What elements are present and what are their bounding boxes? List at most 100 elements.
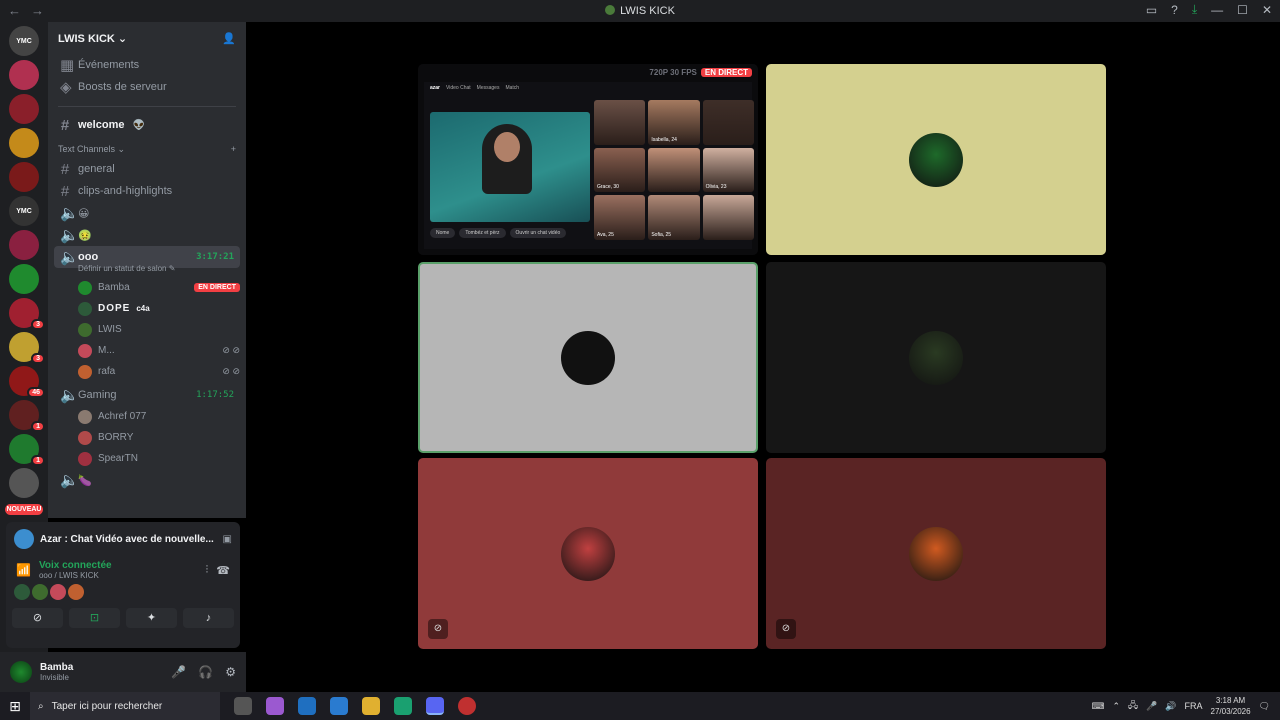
avatar[interactable] (14, 584, 30, 600)
server-icon[interactable]: YMC (9, 26, 39, 56)
avatar (78, 364, 92, 379)
user-name: Bamba (40, 662, 74, 673)
server-icon[interactable] (9, 162, 39, 192)
headphones-icon[interactable]: 🎧 (198, 665, 213, 679)
gear-icon[interactable]: ⚙ (225, 665, 236, 679)
search-box[interactable]: ⌕ Taper ici pour rechercher (30, 692, 220, 720)
stream-tile[interactable]: 720P 30 FPS EN DIRECT azar Video Chat Mess… (418, 64, 758, 255)
voice-member[interactable]: rafa ⊘ ⊘ (78, 361, 240, 382)
voice-status[interactable]: Voix connectée (39, 560, 112, 571)
tray-arrow-icon[interactable]: ⌃ (1112, 701, 1120, 712)
voice-member[interactable]: BORRY (78, 427, 240, 448)
participant-tile[interactable]: ⊘ (766, 458, 1106, 649)
server-icon[interactable] (9, 468, 39, 498)
copilot-icon[interactable] (266, 697, 284, 715)
participant-tile[interactable] (766, 64, 1106, 255)
discord-icon[interactable] (426, 697, 444, 715)
profile-card (594, 100, 646, 145)
channel-welcome[interactable]: # welcome 👽 (54, 114, 240, 136)
close-icon[interactable]: ✕ (1262, 3, 1272, 17)
activities-button[interactable]: ✦ (126, 608, 177, 628)
maximize-icon[interactable]: ☐ (1237, 3, 1248, 17)
participant-tile[interactable] (766, 262, 1106, 453)
avatar[interactable] (68, 584, 84, 600)
channel-general[interactable]: # general (54, 158, 240, 180)
task-view-icon[interactable] (234, 697, 252, 715)
member-tag: c4a (136, 304, 150, 313)
server-icon[interactable]: 3 (9, 298, 45, 330)
channel-status[interactable]: Définir un statut de salon ✎ (78, 264, 246, 273)
network-icon[interactable]: 🖧 (1128, 698, 1138, 714)
avatar[interactable] (32, 584, 48, 600)
events-item[interactable]: ▦ Événements (54, 54, 240, 76)
boosts-item[interactable]: ◈ Boosts de serveur (54, 76, 240, 98)
soundboard-icon[interactable]: ⫶ (206, 564, 209, 577)
server-icon[interactable] (9, 128, 39, 158)
voice-member[interactable]: Achref 077 (78, 406, 240, 427)
invite-icon[interactable]: 👤 (222, 32, 236, 45)
mic-tray-icon[interactable]: 🎤 (1146, 701, 1157, 712)
voice-member[interactable]: M... ⊘ ⊘ (78, 340, 240, 361)
keyboard-icon[interactable]: ⌨ (1091, 701, 1104, 712)
profile-name: Sofia, 25 (651, 232, 672, 238)
voice-member[interactable]: LWIS (78, 319, 240, 340)
help-icon[interactable]: ? (1171, 3, 1178, 17)
popout-icon[interactable]: ▣ (223, 534, 232, 545)
edge-icon[interactable] (394, 697, 412, 715)
voice-channel[interactable]: 🔈 😀 (54, 202, 240, 224)
download-icon[interactable]: ⤓ (1192, 2, 1197, 17)
avatar (78, 430, 92, 445)
participant-tile[interactable] (418, 262, 758, 453)
app-button: Ouvrir un chat vidéo (509, 228, 567, 238)
server-icon[interactable] (9, 230, 39, 260)
server-icon[interactable]: 1 (9, 400, 45, 432)
add-channel-icon[interactable]: + (231, 144, 236, 154)
server-icon[interactable]: 3 (9, 332, 45, 364)
language-indicator[interactable]: FRA (1185, 701, 1203, 711)
server-icon[interactable]: YMC (9, 196, 39, 226)
voice-member[interactable]: DOPE c4a (78, 298, 240, 319)
volume-icon[interactable]: 🔊 (1165, 701, 1176, 712)
voice-member[interactable]: SpearTN (78, 448, 240, 469)
outlook-icon[interactable] (298, 697, 316, 715)
folder-icon[interactable] (362, 697, 380, 715)
store-icon[interactable] (330, 697, 348, 715)
voice-channel[interactable]: 🔈 🍆 (54, 469, 240, 491)
channel-clips[interactable]: # clips-and-highlights (54, 180, 240, 202)
disconnect-icon[interactable]: ☎ (216, 564, 230, 577)
server-icon[interactable]: 1 (9, 434, 45, 466)
screen-share-button[interactable]: ⊡ (69, 608, 120, 628)
minimize-icon[interactable]: — (1211, 3, 1223, 17)
speaker-icon: 🔈 (60, 472, 79, 489)
notification-icon[interactable]: 🗨 (1259, 701, 1270, 712)
app-icon[interactable] (458, 697, 476, 715)
camera-off-button[interactable]: ⊘ (12, 608, 63, 628)
server-header[interactable]: LWIS KICK ⌄ 👤 (48, 22, 246, 54)
member-name: LWIS (98, 324, 122, 335)
soundboard-button[interactable]: ♪ (183, 608, 234, 628)
voice-member[interactable]: Bamba EN DIRECT (78, 277, 240, 298)
avatar[interactable] (50, 584, 66, 600)
window-title: LWIS KICK (620, 5, 675, 17)
camera-off-icon: ⊘ (428, 619, 448, 639)
inbox-icon[interactable]: ▭ (1146, 3, 1157, 17)
server-icon[interactable] (9, 264, 39, 294)
speaker-icon: 🔈 (60, 249, 79, 266)
avatar (78, 343, 92, 358)
avatar (909, 132, 963, 187)
clock[interactable]: 3:18 AM 27/03/2026 (1211, 695, 1251, 717)
microphone-icon[interactable]: 🎤 (171, 665, 186, 679)
avatar (78, 280, 92, 295)
new-badge[interactable]: NOUVEAU (5, 504, 43, 515)
category-text-channels[interactable]: Text Channels ⌄ + (48, 140, 246, 158)
activity-bar[interactable]: Azar : Chat Vidéo avec de nouvelle... ▣ (6, 522, 240, 556)
avatar[interactable] (10, 661, 32, 683)
server-icon[interactable] (9, 94, 39, 124)
video-stage: 720P 30 FPS EN DIRECT azar Video Chat Mess… (246, 22, 1280, 692)
server-icon[interactable] (9, 60, 39, 90)
windows-start-icon[interactable]: ⊞ (0, 698, 30, 715)
server-icon[interactable]: 46 (9, 366, 45, 398)
voice-channel[interactable]: 🔈 🤢 (54, 224, 240, 246)
voice-channel-gaming[interactable]: 🔈 Gaming 1:17:52 (54, 384, 240, 406)
participant-tile[interactable]: ⊘ (418, 458, 758, 649)
